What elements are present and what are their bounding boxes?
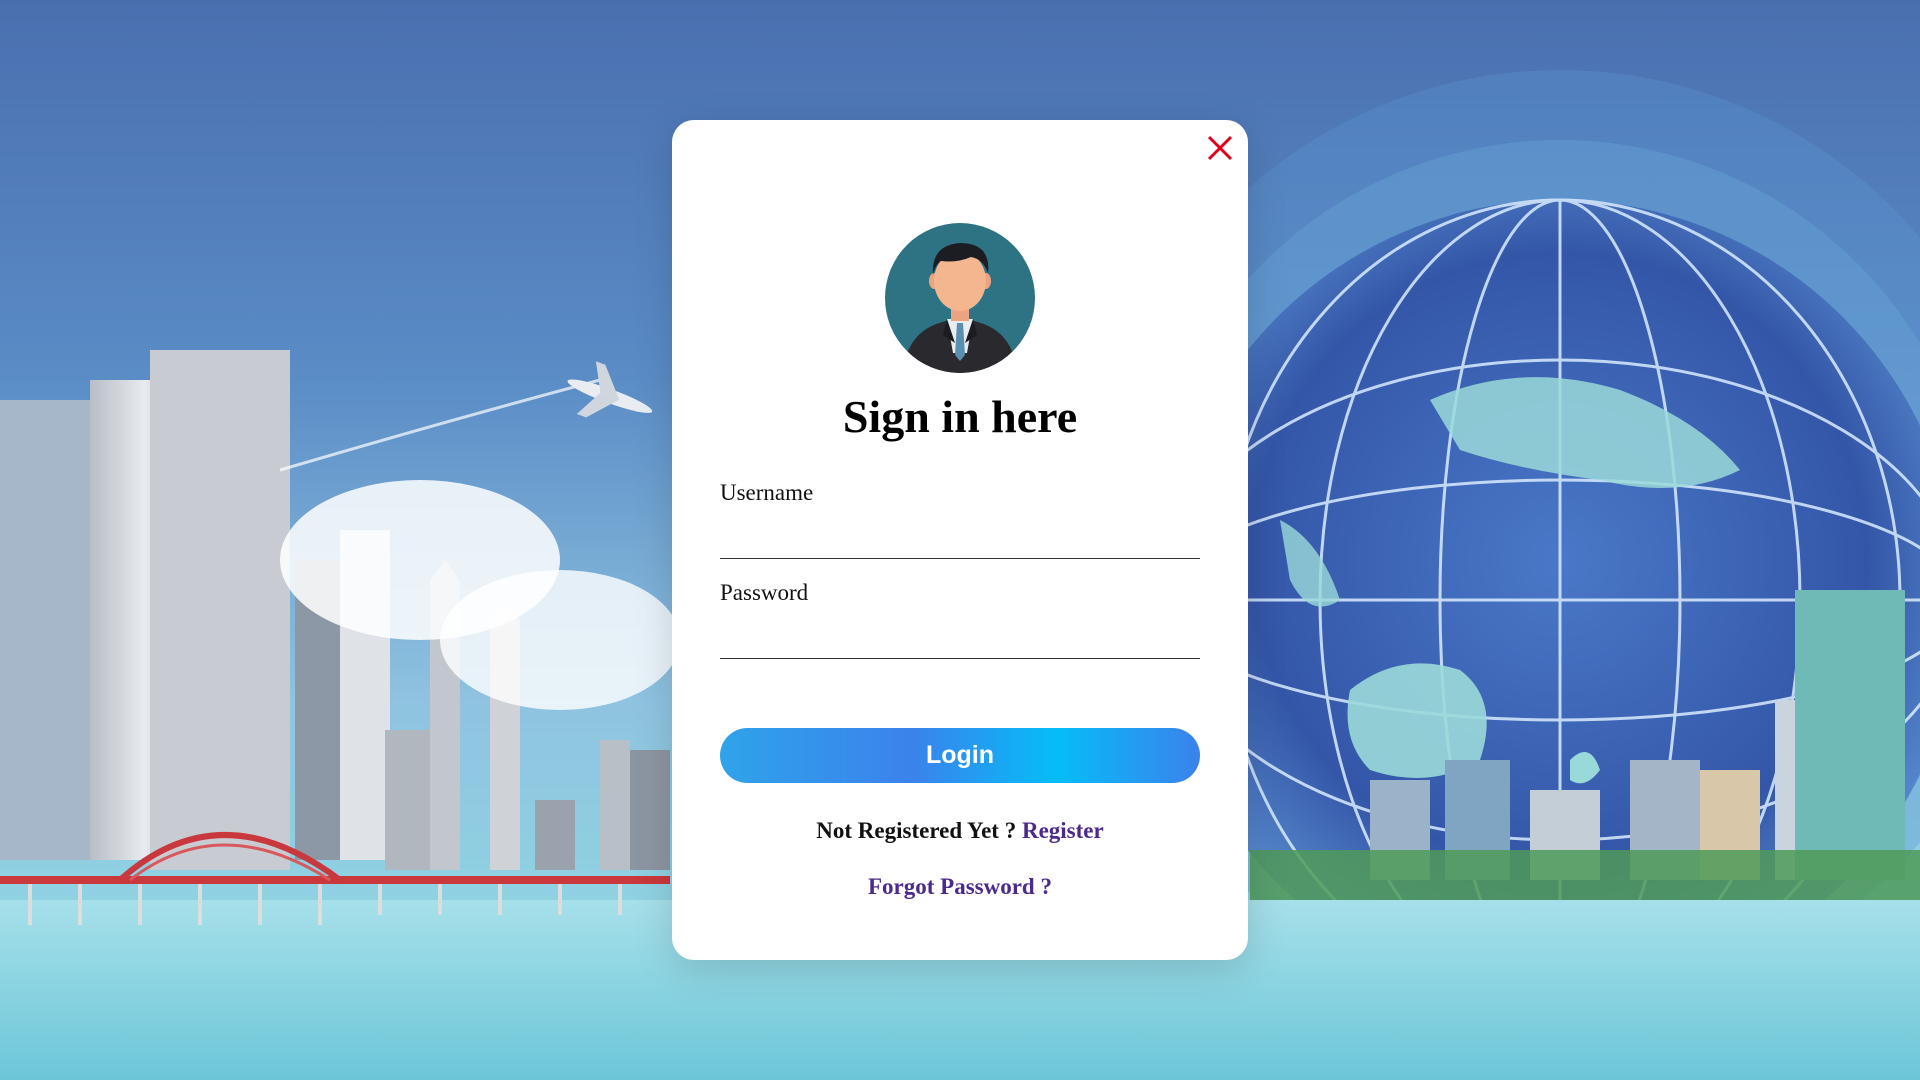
user-avatar-icon: [885, 223, 1035, 373]
register-prompt-text: Not Registered Yet ?: [816, 818, 1017, 843]
login-button[interactable]: Login: [720, 728, 1200, 783]
page-title: Sign in here: [842, 391, 1078, 442]
username-input[interactable]: [720, 522, 1200, 559]
password-input[interactable]: [720, 622, 1200, 659]
register-prompt-line: Not Registered Yet ? Register: [672, 818, 1248, 844]
username-label: Username: [720, 480, 814, 505]
password-label: Password: [720, 580, 809, 605]
login-modal: Sign in here Username Password Login Not…: [672, 120, 1248, 960]
forgot-password-link[interactable]: Forgot Password ?: [868, 874, 1052, 899]
register-link[interactable]: Register: [1022, 818, 1104, 843]
forgot-password-line: Forgot Password ?: [672, 874, 1248, 900]
close-icon[interactable]: [1204, 132, 1236, 164]
